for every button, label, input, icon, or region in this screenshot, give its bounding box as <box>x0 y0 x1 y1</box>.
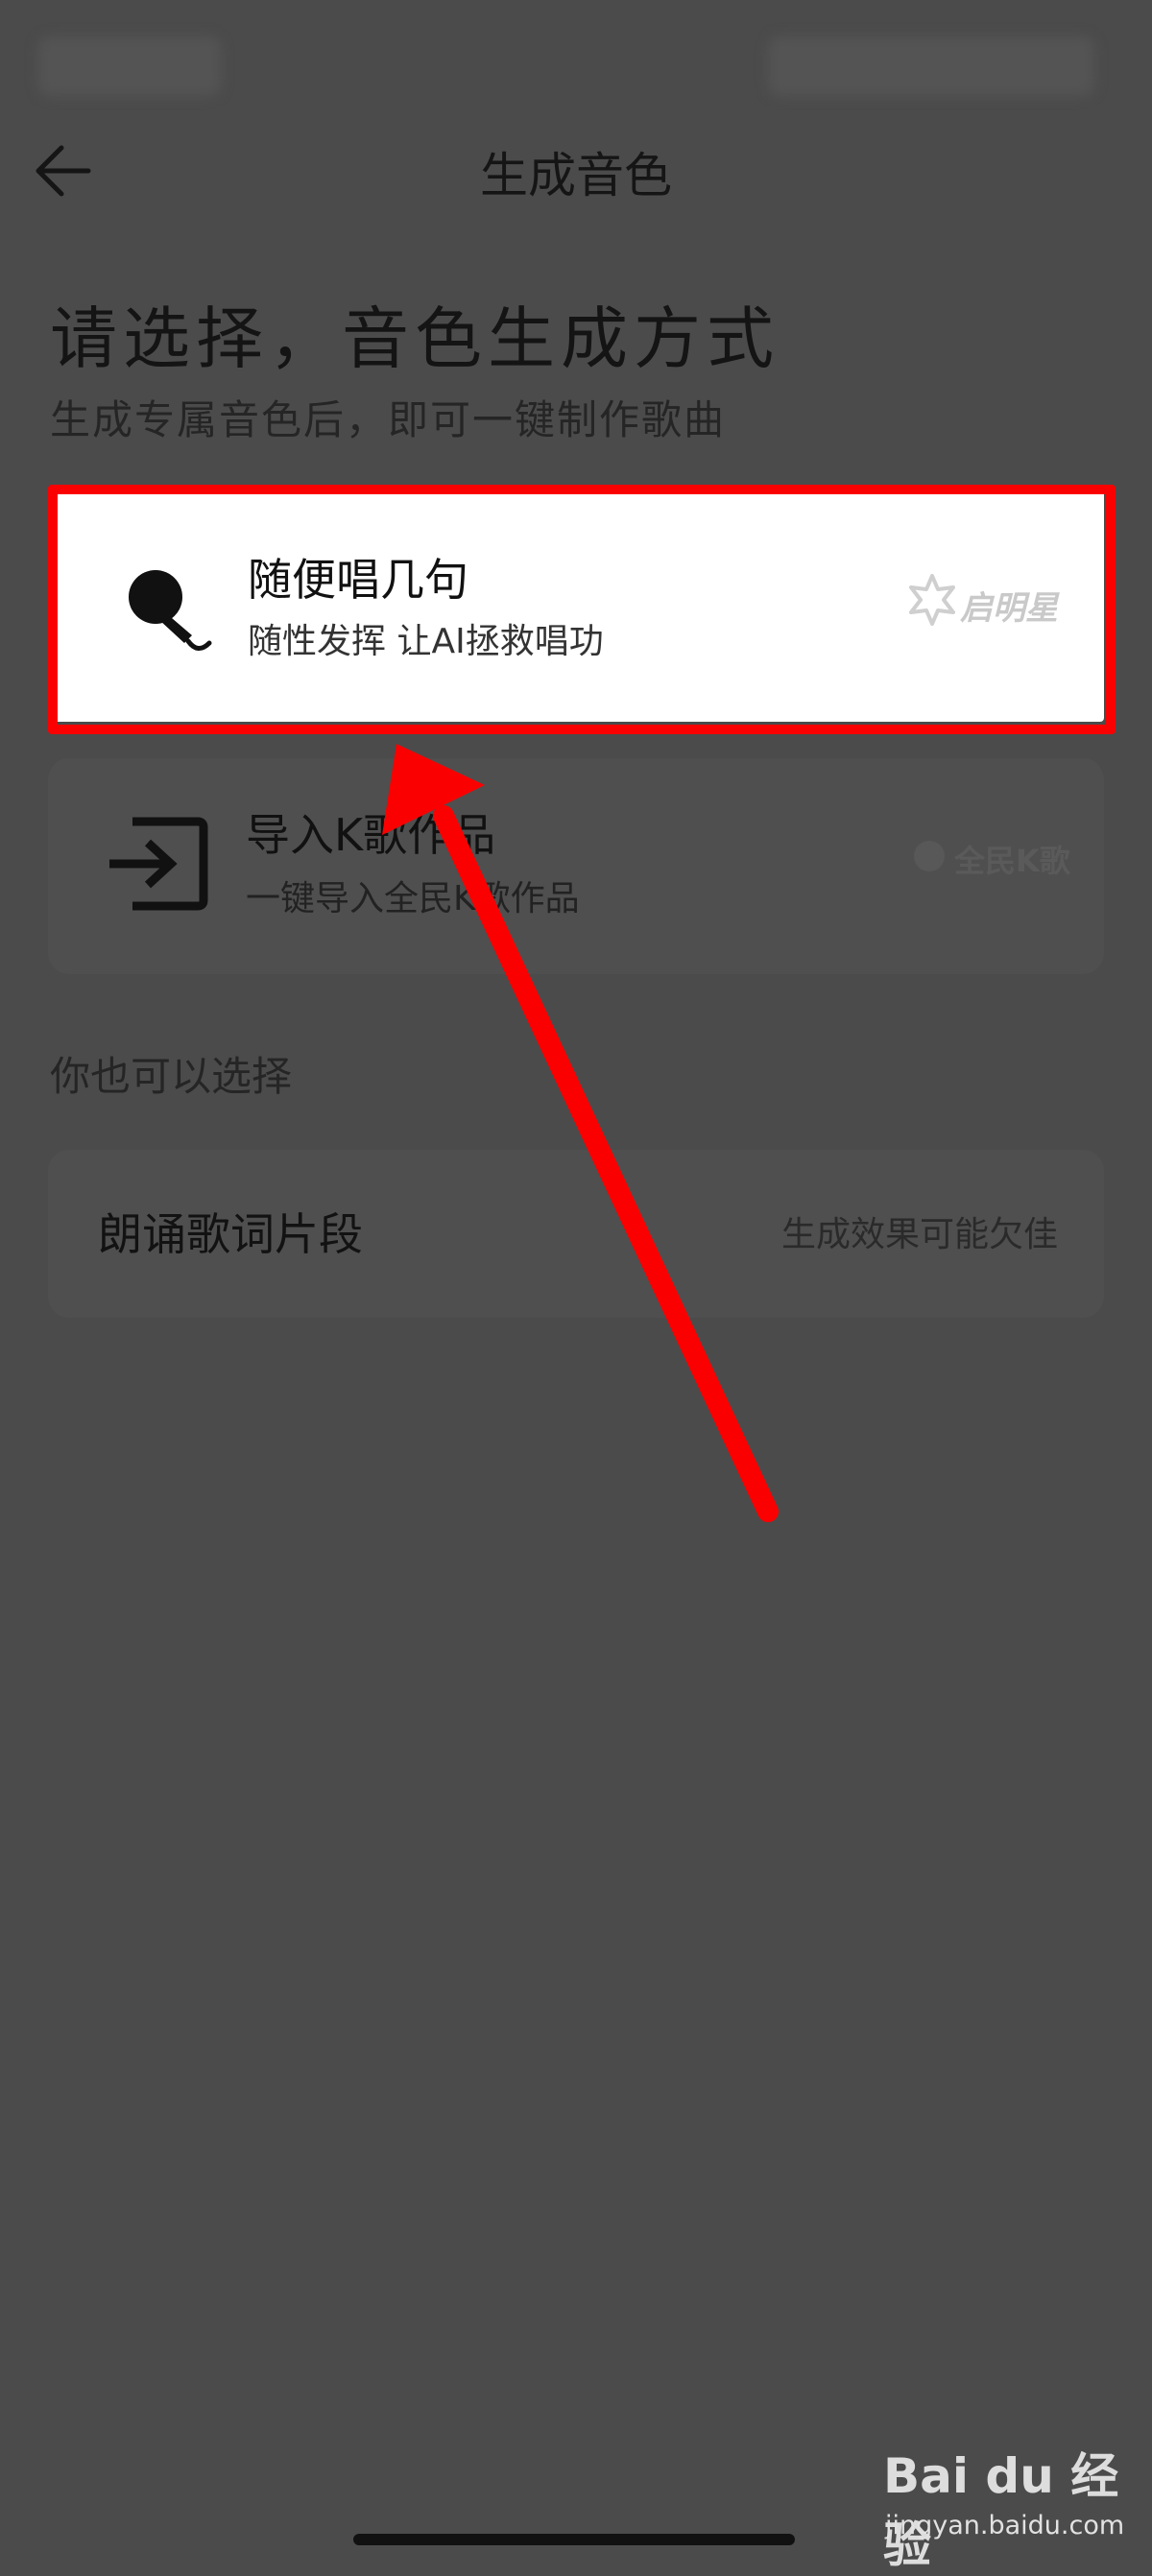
annotation-arrow <box>382 744 779 1522</box>
watermark-url: jingyan.baidu.com <box>885 2511 1125 2540</box>
home-indicator[interactable] <box>353 2534 795 2545</box>
baidu-jingyan-watermark: Bai du 经验 <box>883 2448 1119 2573</box>
